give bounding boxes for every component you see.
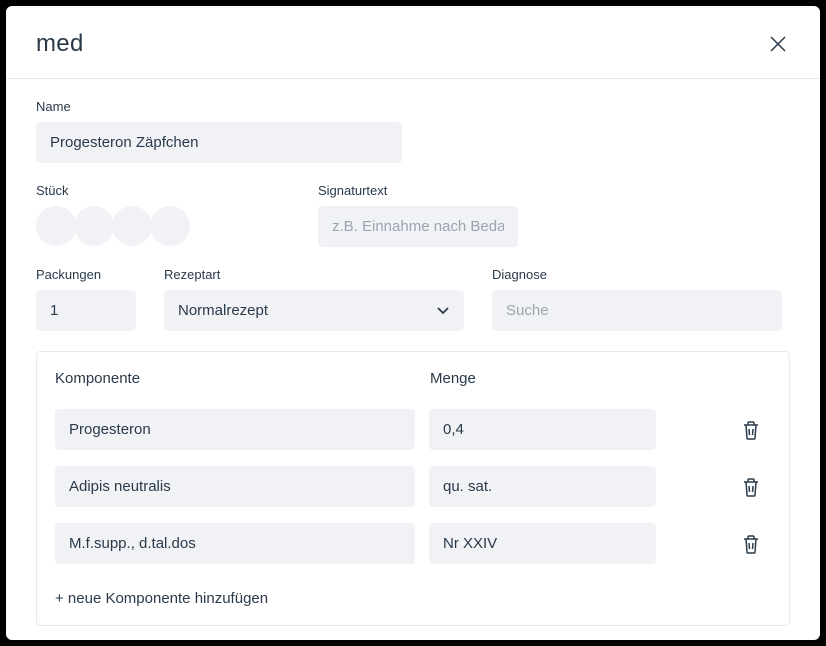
header-menge: Menge — [430, 370, 650, 387]
name-label: Name — [36, 99, 402, 114]
name-field-group: Name — [36, 99, 402, 163]
rezeptart-field-group: Rezeptart Normalrezept — [164, 267, 464, 331]
komponente-input[interactable] — [55, 466, 415, 507]
rezeptart-select[interactable]: Normalrezept — [164, 290, 464, 331]
close-icon — [769, 35, 787, 53]
stueck-option-4[interactable] — [150, 206, 190, 246]
stueck-option-2[interactable] — [74, 206, 114, 246]
diagnose-label: Diagnose — [492, 267, 782, 282]
stueck-field-group: Stück — [36, 183, 188, 247]
trash-icon — [742, 534, 760, 554]
komponente-input[interactable] — [55, 409, 415, 450]
stueck-option-3[interactable] — [112, 206, 152, 246]
diagnose-input[interactable] — [492, 290, 782, 331]
packungen-field-group: Packungen — [36, 267, 136, 331]
dialog-header: med — [6, 6, 820, 79]
delete-row-button[interactable] — [739, 475, 763, 499]
table-header: Komponente Menge — [37, 352, 789, 401]
signaturtext-input[interactable] — [318, 206, 518, 247]
stueck-label: Stück — [36, 183, 188, 198]
komponente-input[interactable] — [55, 523, 415, 564]
signaturtext-field-group: Signaturtext — [318, 183, 518, 247]
name-input[interactable] — [36, 122, 402, 163]
rezeptart-label: Rezeptart — [164, 267, 464, 282]
table-row — [37, 515, 789, 572]
trash-icon — [742, 477, 760, 497]
menge-input[interactable] — [429, 466, 656, 507]
packungen-input[interactable] — [36, 290, 136, 331]
table-row — [37, 458, 789, 515]
medication-dialog: med Name Stück — [6, 6, 820, 640]
delete-row-button[interactable] — [739, 532, 763, 556]
menge-input[interactable] — [429, 523, 656, 564]
packungen-label: Packungen — [36, 267, 136, 282]
table-row — [37, 401, 789, 458]
add-component-button[interactable]: + neue Komponente hinzufügen — [37, 572, 789, 625]
stueck-option-1[interactable] — [36, 206, 76, 246]
dialog-title: med — [36, 30, 84, 58]
close-button[interactable] — [766, 32, 790, 56]
stueck-selector[interactable] — [36, 206, 188, 246]
header-komponente: Komponente — [55, 370, 430, 387]
delete-row-button[interactable] — [739, 418, 763, 442]
dialog-body: Name Stück Signaturtext Packunge — [6, 79, 820, 640]
signaturtext-label: Signaturtext — [318, 183, 518, 198]
components-table: Komponente Menge — [36, 351, 790, 626]
trash-icon — [742, 420, 760, 440]
menge-input[interactable] — [429, 409, 656, 450]
diagnose-field-group: Diagnose — [492, 267, 782, 331]
